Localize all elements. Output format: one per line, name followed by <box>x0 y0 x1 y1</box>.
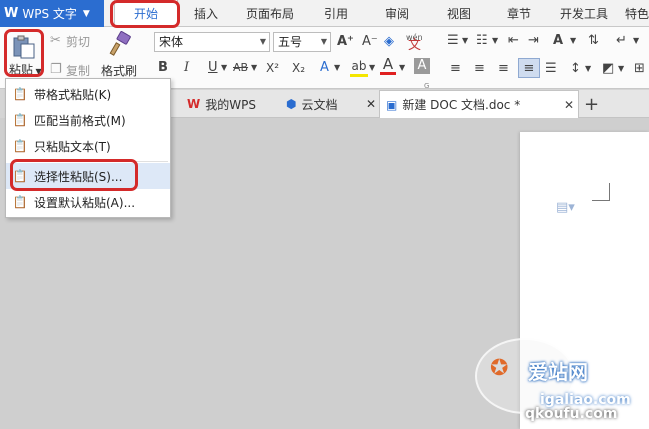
font-name-value: 宋体 <box>159 35 184 49</box>
chevron-down-icon[interactable]: ▼ <box>492 33 498 49</box>
chevron-down-icon[interactable]: ▼ <box>399 60 405 76</box>
menu-item-paste-text-only[interactable]: 📋 只粘贴文本(T) <box>6 133 170 159</box>
paragraph-shading-icon[interactable]: ◩ <box>602 61 614 77</box>
shrink-font-button[interactable]: A⁻ <box>362 34 378 50</box>
change-case-icon[interactable]: A <box>553 33 563 49</box>
app-menu-button[interactable]: W WPS 文字 ▼ <box>0 0 104 27</box>
menu-bar: W WPS 文字 ▼ 开始 插入 页面布局 引用 审阅 视图 章节 开发工具 特… <box>0 0 649 27</box>
subscript-button[interactable]: X₂ <box>292 60 305 76</box>
font-size-select[interactable]: 五号 ▼ <box>273 32 331 52</box>
highlight-button[interactable]: ab <box>350 58 368 77</box>
doc-tab-label: 云文档 <box>301 97 338 112</box>
tab-page-layout[interactable]: 页面布局 <box>246 0 294 27</box>
chevron-down-icon: ▼ <box>259 37 266 46</box>
page-margin-corner-mark <box>592 183 610 201</box>
paste-dropdown-menu: 📋 带格式粘贴(K) 📋 匹配当前格式(M) 📋 只粘贴文本(T) 📋 选择性粘… <box>5 78 171 218</box>
align-left-icon[interactable]: ≡ <box>450 61 461 77</box>
chevron-down-icon[interactable]: ▼ <box>570 33 576 49</box>
doc-tab-my-wps[interactable]: W 我的WPS <box>187 90 256 118</box>
justify-icon[interactable]: ≡ <box>518 58 540 78</box>
tab-view[interactable]: 视图 <box>447 0 471 27</box>
font-color-button[interactable]: A <box>380 56 396 75</box>
watermark-text: 爱站网 <box>528 360 588 384</box>
menu-item-label: 匹配当前格式(M) <box>34 113 126 128</box>
tab-review[interactable]: 审阅 <box>385 0 409 27</box>
phonetic-icon: 文 <box>408 38 422 53</box>
scissors-icon[interactable]: ✂ <box>50 33 61 49</box>
superscript-button[interactable]: X² <box>266 60 279 76</box>
text-effect-icon[interactable]: A <box>320 60 329 76</box>
watermark-url-secondary: qkoufu.com <box>525 406 618 422</box>
char-shading-button[interactable]: A <box>414 58 430 74</box>
menu-item-paste-keep-format[interactable]: 📋 带格式粘贴(K) <box>6 81 170 107</box>
font-size-value: 五号 <box>278 35 303 49</box>
chevron-down-icon[interactable]: ▼ <box>221 60 227 76</box>
chevron-down-icon[interactable]: ▼ <box>585 61 591 77</box>
chevron-down-icon: ▼ <box>320 37 327 46</box>
close-icon[interactable]: ✕ <box>366 90 376 118</box>
tab-insert[interactable]: 插入 <box>194 0 218 27</box>
tab-chapter[interactable]: 章节 <box>507 0 531 27</box>
chevron-down-icon[interactable]: ▼ <box>633 33 639 49</box>
cloud-cube-icon: ⬢ <box>286 97 297 111</box>
chevron-down-icon[interactable]: ▼ <box>462 33 468 49</box>
sort-icon[interactable]: ⇅ <box>588 33 599 49</box>
doc-tab-label: 新建 DOC 文档.doc * <box>402 98 521 112</box>
grow-font-button[interactable]: A⁺ <box>337 34 354 50</box>
numbered-list-icon[interactable]: ☷ <box>476 33 488 49</box>
doc-tab-new-doc[interactable]: ▣ 新建 DOC 文档.doc * ✕ <box>379 90 579 118</box>
tab-highlight-annotation <box>110 0 180 28</box>
bold-button[interactable]: B <box>158 60 168 76</box>
new-tab-button[interactable]: + <box>584 90 599 118</box>
border-icon[interactable]: ⊞ <box>634 61 645 77</box>
paste-options-icon[interactable]: ▤▾ <box>556 200 575 215</box>
underline-button[interactable]: U <box>208 60 218 76</box>
app-title: WPS 文字 <box>22 7 77 21</box>
align-center-icon[interactable]: ≡ <box>474 61 485 77</box>
menu-item-match-format[interactable]: 📋 匹配当前格式(M) <box>6 107 170 133</box>
decrease-indent-icon[interactable]: ⇤ <box>508 33 519 49</box>
menu-item-default-paste[interactable]: 📋 设置默认粘贴(A)... <box>6 189 170 215</box>
font-name-select[interactable]: 宋体 ▼ <box>154 32 270 52</box>
wps-logo-icon: W <box>4 6 19 21</box>
doc-tab-cloud[interactable]: ⬢ 云文档 <box>286 90 338 118</box>
watermark-logo-icon: ✪ <box>490 356 509 381</box>
paste-special-highlight-annotation <box>10 159 138 191</box>
copy-icon[interactable]: ❐ <box>50 62 62 78</box>
chevron-down-icon[interactable]: ▼ <box>369 60 375 76</box>
strikethrough-button[interactable]: AB <box>233 60 248 76</box>
wps-logo-icon: W <box>187 97 201 111</box>
show-marks-icon[interactable]: ↵ <box>616 33 627 49</box>
tab-special[interactable]: 特色 <box>625 0 649 27</box>
tab-developer[interactable]: 开发工具 <box>560 0 608 27</box>
tab-references[interactable]: 引用 <box>324 0 348 27</box>
line-spacing-icon[interactable]: ↕ <box>570 61 581 77</box>
format-painter-icon[interactable] <box>108 31 132 57</box>
menu-item-label: 设置默认粘贴(A)... <box>34 195 136 210</box>
clipboard-settings-icon: 📋 <box>12 195 28 209</box>
align-right-icon[interactable]: ≡ <box>498 61 509 77</box>
menu-item-label: 带格式粘贴(K) <box>34 87 112 102</box>
clipboard-text-icon: 📋 <box>12 139 28 153</box>
doc-icon: ▣ <box>386 97 398 112</box>
bullet-list-icon[interactable]: ☰ <box>447 33 459 49</box>
distributed-align-icon[interactable]: ☰ <box>545 61 557 77</box>
increase-indent-icon[interactable]: ⇥ <box>528 33 539 49</box>
menu-item-label: 只粘贴文本(T) <box>34 139 111 154</box>
cut-button[interactable]: 剪切 <box>66 33 90 50</box>
document-tab-bar: W 我的WPS ⬢ 云文档 ✕ ▣ 新建 DOC 文档.doc * ✕ + <box>171 90 649 118</box>
paste-highlight-annotation <box>4 29 44 77</box>
copy-button[interactable]: 复制 <box>66 62 90 79</box>
clear-format-icon[interactable]: ◈ <box>384 34 394 50</box>
clipboard-icon: 📋 <box>12 87 28 101</box>
chevron-down-icon[interactable]: ▼ <box>251 60 257 76</box>
chevron-down-icon: ▼ <box>82 8 90 19</box>
chevron-down-icon[interactable]: ▼ <box>618 61 624 77</box>
format-painter-button[interactable]: 格式刷 <box>101 62 137 79</box>
clipboard-match-icon: 📋 <box>12 113 28 127</box>
doc-tab-label: 我的WPS <box>205 97 256 112</box>
close-icon[interactable]: ✕ <box>564 98 574 112</box>
chevron-down-icon[interactable]: ▼ <box>334 60 340 76</box>
italic-button[interactable]: I <box>184 60 189 76</box>
